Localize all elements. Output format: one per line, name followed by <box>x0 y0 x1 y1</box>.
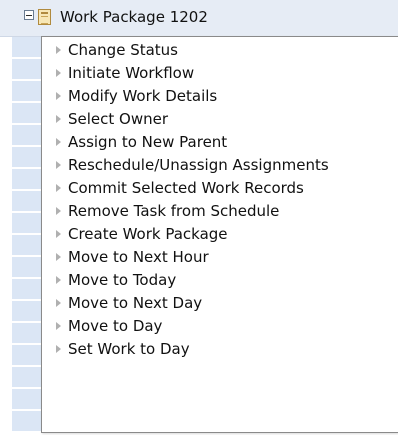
menu-item-assign-to-new-parent[interactable]: Assign to New Parent <box>42 130 398 153</box>
menu-item-create-work-package[interactable]: Create Work Package <box>42 222 398 245</box>
menu-item-move-to-today[interactable]: Move to Today <box>42 268 398 291</box>
row-stripe <box>12 411 42 432</box>
menu-item-move-to-next-hour[interactable]: Move to Next Hour <box>42 245 398 268</box>
menu-item-label: Move to Next Day <box>68 293 203 312</box>
menu-item-label: Select Owner <box>68 109 169 128</box>
row-stripe <box>12 147 42 168</box>
row-stripe <box>12 103 42 124</box>
submenu-arrow-icon <box>56 160 61 169</box>
menu-item-label: Assign to New Parent <box>68 132 228 151</box>
menu-item-label: Initiate Workflow <box>68 63 195 82</box>
tree-node-row[interactable]: Work Package 1202 <box>0 0 398 37</box>
submenu-arrow-icon <box>56 252 61 261</box>
menu-item-reschedule-unassign[interactable]: Reschedule/Unassign Assignments <box>42 153 398 176</box>
row-stripe <box>12 389 42 410</box>
row-stripe <box>12 169 42 190</box>
row-stripe <box>12 125 42 146</box>
menu-item-label: Commit Selected Work Records <box>68 178 304 197</box>
row-stripe <box>12 81 42 102</box>
collapse-icon[interactable] <box>24 10 34 20</box>
row-stripe <box>12 279 42 300</box>
submenu-arrow-icon <box>56 114 61 123</box>
menu-item-label: Modify Work Details <box>68 86 218 105</box>
menu-item-label: Move to Day <box>68 316 163 335</box>
submenu-arrow-icon <box>56 91 61 100</box>
submenu-arrow-icon <box>56 45 61 54</box>
context-menu: Change Status Initiate Workflow Modify W… <box>41 36 398 433</box>
row-stripe <box>12 301 42 322</box>
menu-item-initiate-workflow[interactable]: Initiate Workflow <box>42 61 398 84</box>
menu-item-move-to-next-day[interactable]: Move to Next Day <box>42 291 398 314</box>
menu-item-label: Reschedule/Unassign Assignments <box>68 155 329 174</box>
row-stripe <box>12 37 42 58</box>
work-package-icon <box>38 9 51 25</box>
menu-item-modify-work-details[interactable]: Modify Work Details <box>42 84 398 107</box>
menu-item-label: Change Status <box>68 40 178 59</box>
submenu-arrow-icon <box>56 137 61 146</box>
submenu-arrow-icon <box>56 229 61 238</box>
row-stripe <box>12 257 42 278</box>
tree-node-title[interactable]: Work Package 1202 <box>60 8 208 26</box>
row-stripe <box>12 213 42 234</box>
row-stripe <box>12 323 42 344</box>
submenu-arrow-icon <box>56 206 61 215</box>
row-stripe <box>12 345 42 366</box>
row-stripe <box>12 59 42 80</box>
menu-item-remove-task-from-schedule[interactable]: Remove Task from Schedule <box>42 199 398 222</box>
submenu-arrow-icon <box>56 321 61 330</box>
row-stripe <box>12 235 42 256</box>
menu-item-move-to-day[interactable]: Move to Day <box>42 314 398 337</box>
submenu-arrow-icon <box>56 275 61 284</box>
menu-item-select-owner[interactable]: Select Owner <box>42 107 398 130</box>
menu-item-set-work-to-day[interactable]: Set Work to Day <box>42 337 398 360</box>
submenu-arrow-icon <box>56 344 61 353</box>
row-stripe <box>12 367 42 388</box>
menu-item-commit-selected-work-records[interactable]: Commit Selected Work Records <box>42 176 398 199</box>
menu-item-change-status[interactable]: Change Status <box>42 38 398 61</box>
submenu-arrow-icon <box>56 68 61 77</box>
menu-item-label: Create Work Package <box>68 224 228 243</box>
menu-item-label: Remove Task from Schedule <box>68 201 280 220</box>
menu-item-label: Move to Today <box>68 270 177 289</box>
submenu-arrow-icon <box>56 298 61 307</box>
menu-item-label: Move to Next Hour <box>68 247 209 266</box>
submenu-arrow-icon <box>56 183 61 192</box>
row-stripe <box>12 191 42 212</box>
menu-item-label: Set Work to Day <box>68 339 190 358</box>
